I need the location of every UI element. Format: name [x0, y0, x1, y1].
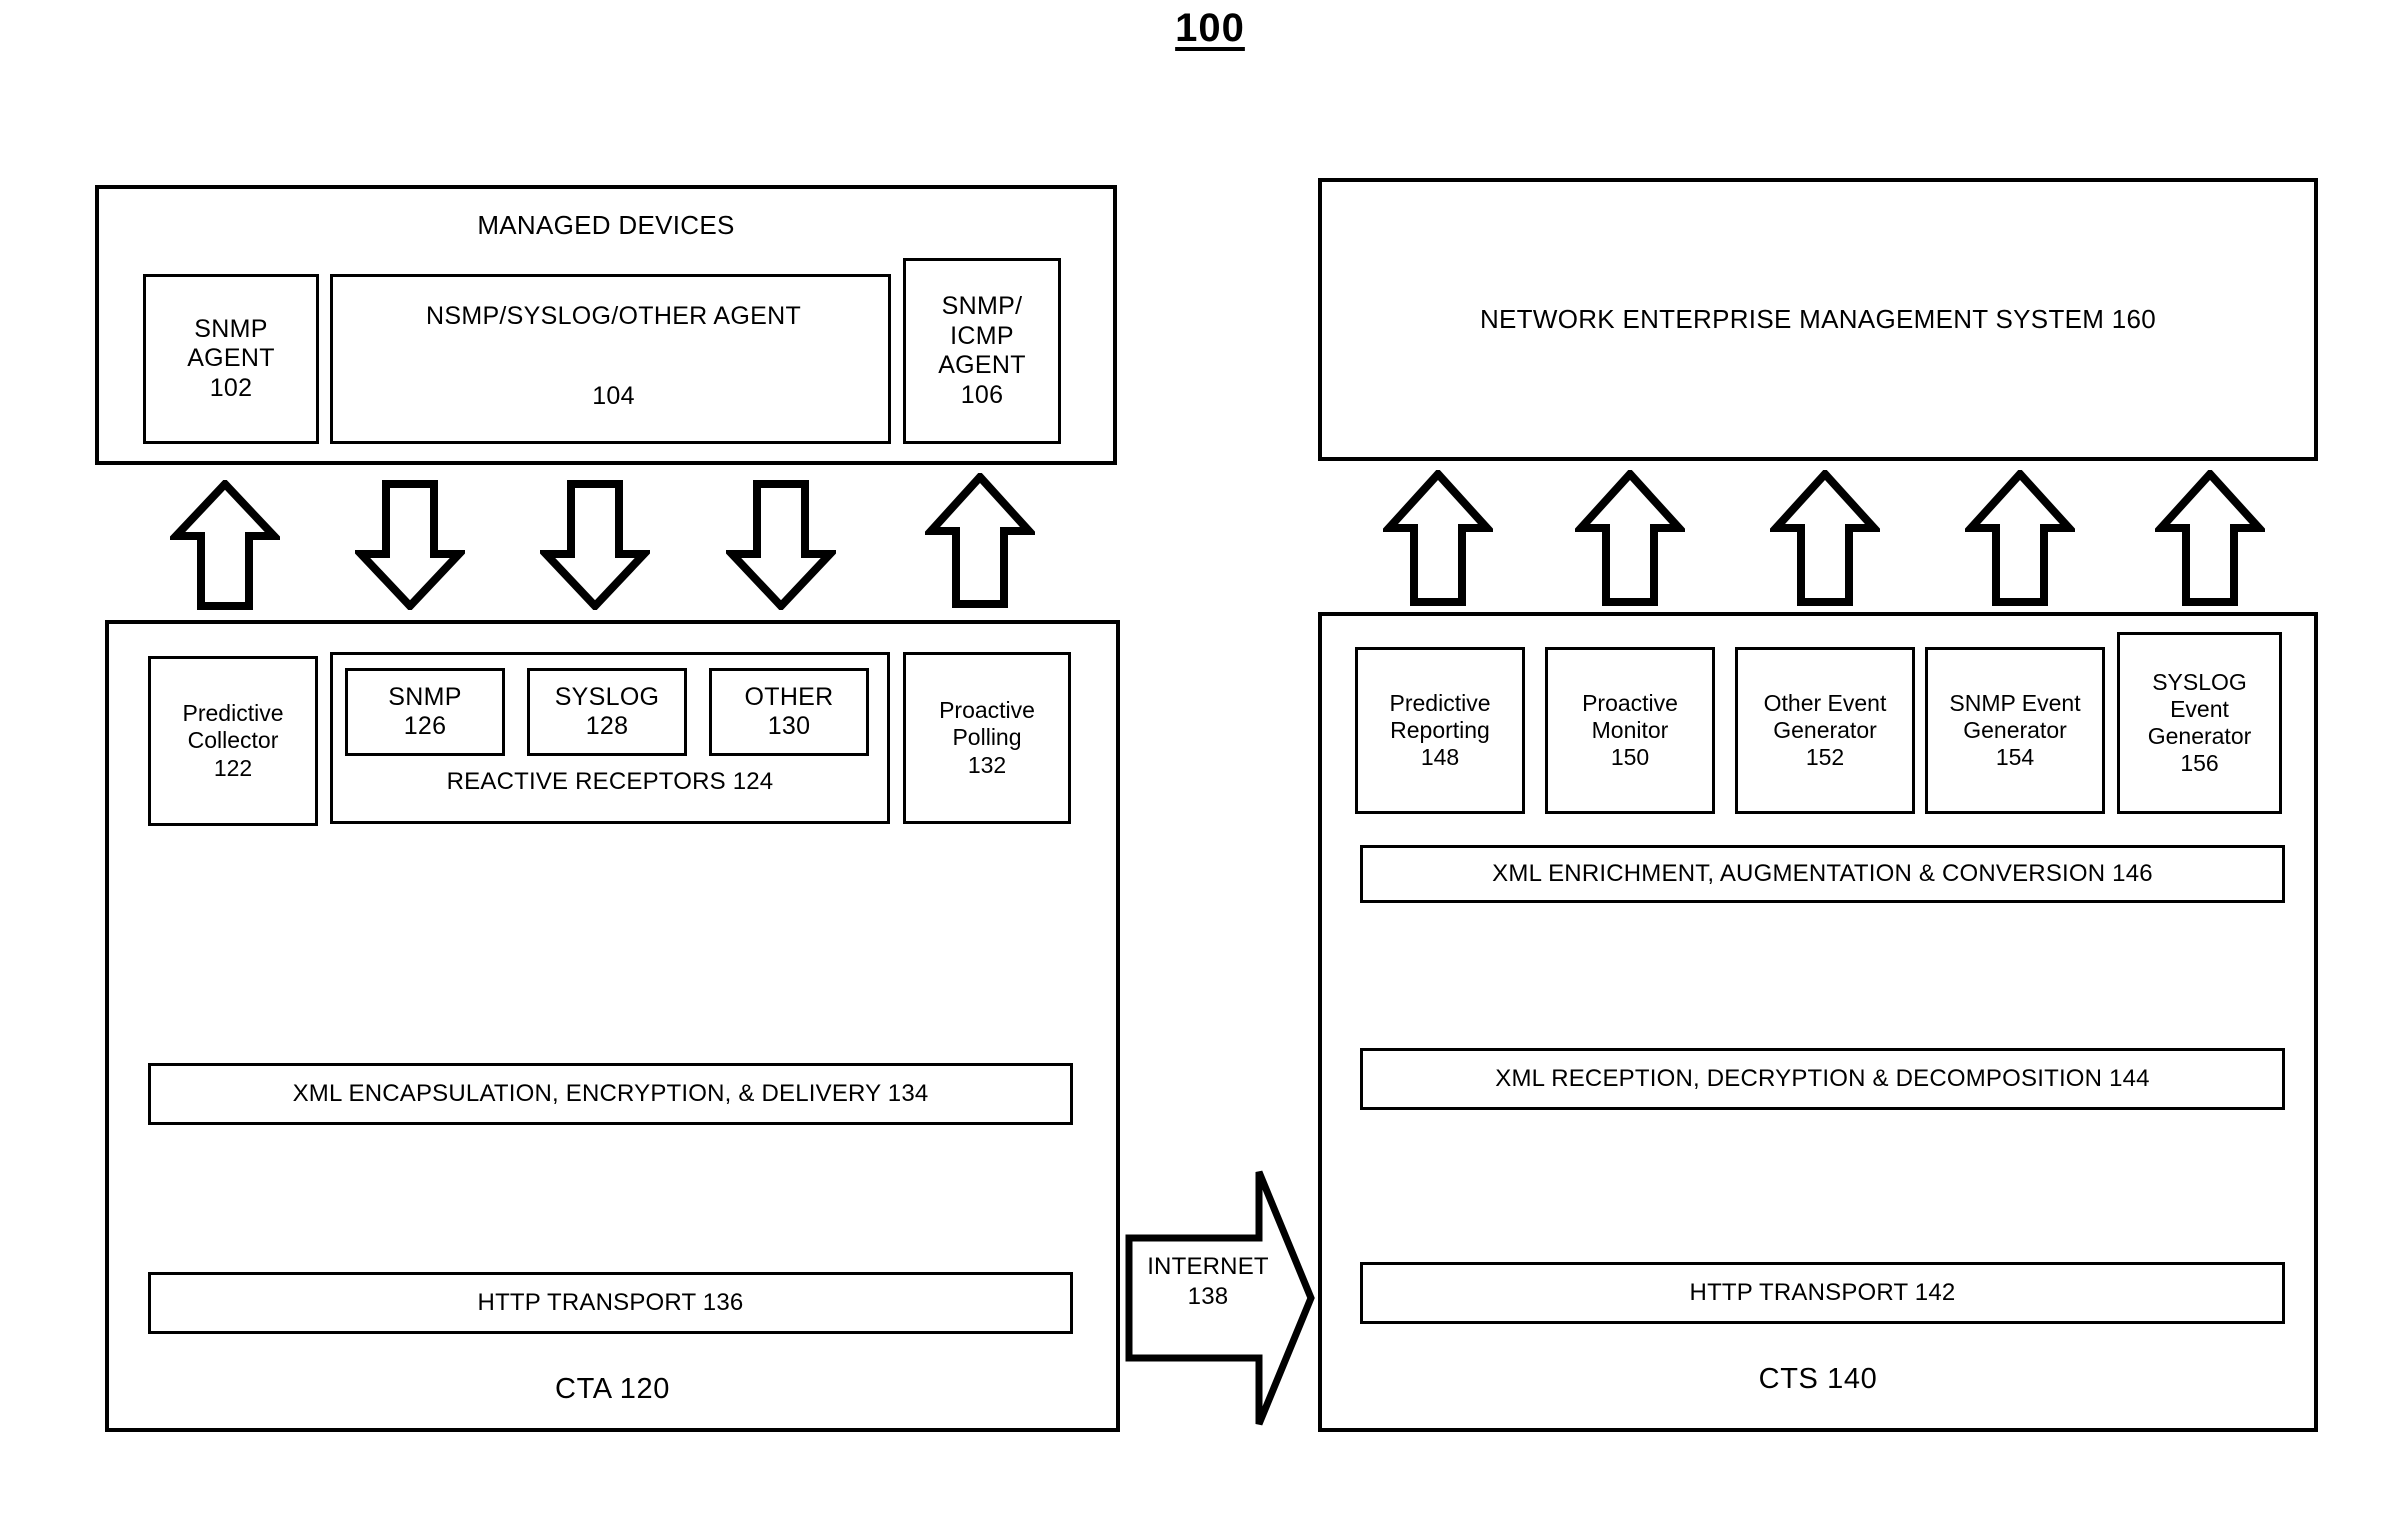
receptor-other-ref: 130 — [767, 712, 811, 740]
xml-enrichment-bar: XML ENRICHMENT, AUGMENTATION & CONVERSIO… — [1360, 845, 2285, 903]
syslog-event-generator-line2: Event — [2170, 695, 2229, 722]
proactive-monitor-ref: 150 — [1610, 744, 1650, 771]
snmp-agent-box: SNMP AGENT 102 — [143, 274, 319, 444]
proactive-monitor-box: Proactive Monitor 150 — [1545, 647, 1715, 814]
snmp-event-generator-line1: SNMP Event — [1949, 689, 2081, 716]
internet-label-group: INTERNET 138 — [1128, 1252, 1288, 1312]
snmp-icmp-ref: 106 — [960, 380, 1004, 409]
other-event-generator-ref: 152 — [1805, 744, 1845, 771]
snmp-icmp-line2: ICMP — [950, 321, 1014, 350]
syslog-event-generator-box: SYSLOG Event Generator 156 — [2117, 632, 2282, 814]
proactive-polling-line1: Proactive — [939, 697, 1035, 724]
snmp-agent-ref: 102 — [209, 373, 253, 402]
arrow-up-predictive-reporting — [1383, 470, 1493, 606]
snmp-event-generator-ref: 154 — [1995, 744, 2035, 771]
snmp-icmp-line3: AGENT — [938, 351, 1026, 379]
xml-reception-label: XML RECEPTION, DECRYPTION & DECOMPOSITIO… — [1495, 1064, 2150, 1092]
receptor-snmp-box: SNMP 126 — [345, 668, 505, 756]
xml-reception-bar: XML RECEPTION, DECRYPTION & DECOMPOSITIO… — [1360, 1048, 2285, 1110]
receptor-other-label: OTHER — [744, 682, 834, 711]
arrow-up-snmp-event-generator — [1965, 470, 2075, 606]
cts-http-transport-bar: HTTP TRANSPORT 142 — [1360, 1262, 2285, 1324]
nsmp-syslog-other-agent-box: NSMP/SYSLOG/OTHER AGENT 104 — [330, 274, 891, 444]
proactive-polling-line2: Polling — [952, 724, 1022, 751]
xml-encapsulation-label: XML ENCAPSULATION, ENCRYPTION, & DELIVER… — [292, 1079, 929, 1107]
snmp-agent-line2: AGENT — [187, 344, 275, 373]
receptor-syslog-label: SYSLOG — [554, 682, 660, 711]
predictive-collector-line2: Collector — [187, 727, 279, 754]
internet-ref: 138 — [1187, 1283, 1229, 1310]
snmp-event-generator-line2: Generator — [1963, 716, 2067, 743]
other-event-generator-line1: Other Event — [1763, 689, 1887, 716]
proactive-polling-box: Proactive Polling 132 — [903, 652, 1071, 824]
proactive-monitor-line2: Monitor — [1591, 716, 1669, 743]
predictive-reporting-box: Predictive Reporting 148 — [1355, 647, 1525, 814]
arrow-up-other-event-generator — [1770, 470, 1880, 606]
predictive-collector-ref: 122 — [213, 754, 253, 781]
nems-title: NETWORK ENTERPRISE MANAGEMENT SYSTEM 160 — [1479, 304, 2157, 335]
snmp-icmp-agent-box: SNMP/ ICMP AGENT 106 — [903, 258, 1061, 444]
receptor-syslog-box: SYSLOG 128 — [527, 668, 687, 756]
cta-footer-label: CTA 120 — [555, 1373, 670, 1405]
xml-enrichment-label: XML ENRICHMENT, AUGMENTATION & CONVERSIO… — [1492, 859, 2153, 887]
receptor-snmp-label: SNMP — [388, 682, 462, 711]
syslog-event-generator-ref: 156 — [2180, 750, 2219, 777]
patent-figure-canvas: 100 MANAGED DEVICES SNMP AGENT 102 NSMP/… — [0, 0, 2401, 1528]
proactive-monitor-line1: Proactive — [1582, 689, 1678, 716]
nsmp-agent-ref: 104 — [592, 382, 635, 410]
receptor-syslog-ref: 128 — [585, 712, 629, 740]
receptor-other-box: OTHER 130 — [709, 668, 869, 756]
internet-label: INTERNET — [1147, 1253, 1269, 1280]
snmp-agent-line1: SNMP — [194, 314, 268, 343]
syslog-event-generator-line1: SYSLOG — [2152, 668, 2247, 695]
cts-footer-label: CTS 140 — [1758, 1363, 1878, 1395]
cta-http-transport-bar: HTTP TRANSPORT 136 — [148, 1272, 1073, 1334]
predictive-reporting-line1: Predictive — [1389, 689, 1491, 716]
snmp-event-generator-box: SNMP Event Generator 154 — [1925, 647, 2105, 814]
managed-devices-title: MANAGED DEVICES — [477, 210, 735, 240]
arrow-up-snmp-agent — [170, 480, 280, 610]
arrow-up-syslog-event-generator — [2155, 470, 2265, 606]
xml-encapsulation-bar: XML ENCAPSULATION, ENCRYPTION, & DELIVER… — [148, 1063, 1073, 1125]
snmp-icmp-line1: SNMP/ — [941, 292, 1023, 320]
figure-number: 100 — [1175, 6, 1245, 50]
reactive-receptors-label: REACTIVE RECEPTORS 124 — [446, 768, 774, 795]
arrow-up-snmp-icmp — [925, 473, 1035, 608]
predictive-collector-line1: Predictive — [182, 700, 284, 727]
predictive-reporting-ref: 148 — [1420, 744, 1460, 771]
arrow-down-nsmp-2 — [540, 480, 650, 610]
nems-panel: NETWORK ENTERPRISE MANAGEMENT SYSTEM 160 — [1318, 178, 2318, 461]
arrow-down-nsmp-3 — [726, 480, 836, 610]
syslog-event-generator-line3: Generator — [2147, 723, 2252, 749]
arrow-down-nsmp-1 — [355, 480, 465, 610]
receptor-snmp-ref: 126 — [403, 712, 447, 740]
other-event-generator-box: Other Event Generator 152 — [1735, 647, 1915, 814]
predictive-reporting-line2: Reporting — [1390, 716, 1490, 743]
cts-http-transport-label: HTTP TRANSPORT 142 — [1689, 1278, 1956, 1306]
proactive-polling-ref: 132 — [967, 751, 1007, 778]
nsmp-agent-title: NSMP/SYSLOG/OTHER AGENT — [425, 302, 802, 330]
predictive-collector-box: Predictive Collector 122 — [148, 656, 318, 826]
arrow-up-proactive-monitor — [1575, 470, 1685, 606]
other-event-generator-line2: Generator — [1773, 716, 1877, 743]
cta-http-transport-label: HTTP TRANSPORT 136 — [477, 1288, 744, 1316]
